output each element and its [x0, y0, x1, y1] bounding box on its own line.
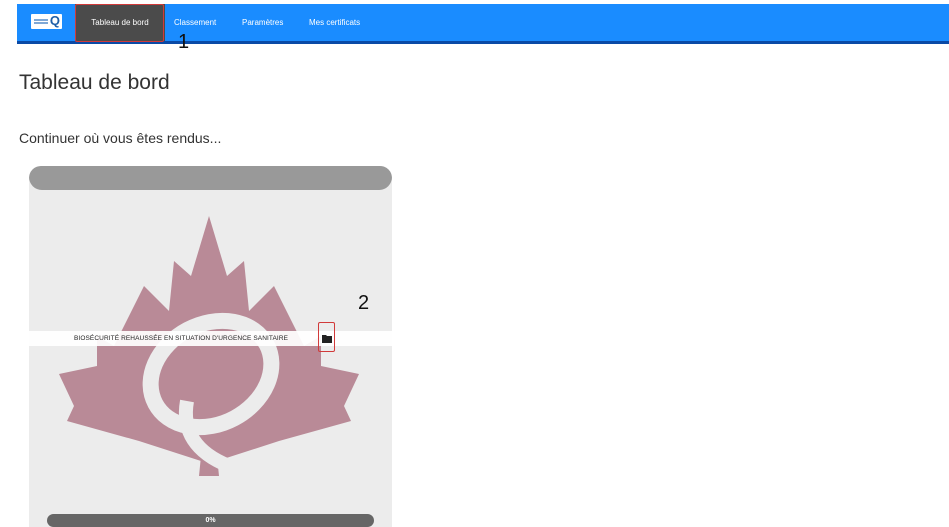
course-title-strip: BIOSÉCURITÉ REHAUSSÉE EN SITUATION D'URG…: [29, 331, 392, 346]
annotation-number-1: 1: [178, 31, 190, 53]
nav-item-mes-certificats[interactable]: Mes certificats: [309, 4, 360, 41]
maple-leaf-logo: [59, 216, 359, 476]
annotation-box-1: [75, 4, 164, 42]
course-title[interactable]: BIOSÉCURITÉ REHAUSSÉE EN SITUATION D'URG…: [74, 331, 288, 346]
page-subtitle: Continuer où vous êtes rendus...: [19, 130, 222, 146]
nav-item-parametres[interactable]: Paramètres: [242, 4, 283, 41]
annotation-box-2: [318, 322, 335, 352]
annotation-number-2: 2: [358, 292, 370, 314]
progress-label: 0%: [205, 517, 216, 524]
logo[interactable]: Q: [31, 13, 62, 29]
logo-mark: [34, 19, 48, 21]
page-title: Tableau de bord: [19, 71, 170, 94]
course-card[interactable]: BIOSÉCURITÉ REHAUSSÉE EN SITUATION D'URG…: [29, 166, 392, 527]
logo-q-icon: Q: [49, 13, 60, 28]
course-card-header: [29, 166, 392, 190]
progress-bar: 0%: [47, 514, 374, 527]
